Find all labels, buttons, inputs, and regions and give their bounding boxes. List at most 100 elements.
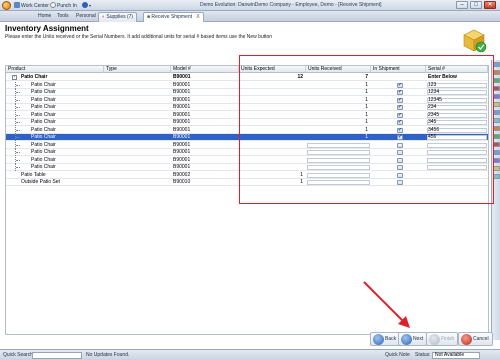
cell-product: Patio Table (21, 171, 46, 178)
side-panel-button[interactable] (493, 62, 500, 67)
side-panel-button[interactable] (493, 158, 500, 163)
next-button[interactable]: Next (398, 332, 428, 346)
back-button[interactable]: Back (370, 332, 401, 346)
menu-personal[interactable]: Personal (76, 13, 96, 20)
maximize-button[interactable]: □ (470, 1, 482, 9)
quick-search-input[interactable] (32, 352, 82, 359)
side-panel-button[interactable] (493, 142, 500, 147)
app-menu-orb-icon[interactable] (2, 1, 11, 10)
cell-type (104, 112, 171, 119)
cell-product: Outside Patio Set (21, 179, 60, 185)
cell-product: Patio Chair (31, 111, 56, 118)
tab-close-icon[interactable]: X (196, 14, 199, 20)
cell-serial[interactable]: 123 (426, 82, 488, 89)
cell-model: B90001 (173, 134, 191, 140)
punch-in-button[interactable]: Punch In (50, 2, 77, 9)
help-dropdown-icon: ▾ (89, 3, 92, 8)
menu-tools[interactable]: Tools (57, 13, 69, 20)
cell-product: Patio Chair (31, 96, 56, 103)
cell-model: B90002 (173, 171, 191, 178)
cell-product: Patio Chair (31, 126, 56, 133)
cell-model: B90001 (173, 104, 191, 110)
inventory-box-icon (463, 29, 487, 53)
cell-serial[interactable]: 12345 (426, 97, 488, 104)
cell-type (104, 127, 171, 134)
cell-serial[interactable]: 234 (426, 104, 488, 111)
side-panel-button[interactable] (493, 110, 500, 115)
cell-model: B90001 (173, 81, 191, 88)
cell-product: Patio Chair (31, 104, 56, 110)
side-panel-button[interactable] (493, 118, 500, 123)
cell-product: Patio Chair (31, 156, 56, 163)
cell-serial[interactable]: 2345 (426, 112, 488, 119)
arrow-annotation-icon (363, 281, 410, 328)
cell-serial[interactable]: 3456 (426, 127, 488, 134)
cell-product: Patio Chair (21, 74, 48, 80)
tree-branch (16, 114, 20, 116)
cancel-button[interactable]: Cancel (458, 332, 493, 346)
cell-serial[interactable] (426, 164, 488, 171)
side-panel-button[interactable] (493, 86, 500, 91)
minimize-button[interactable]: – (456, 1, 468, 9)
cell-product: Patio Chair (31, 141, 56, 148)
side-panel-button[interactable] (493, 94, 500, 99)
cell-type (104, 74, 171, 81)
help-icon (82, 2, 88, 8)
side-panel-button[interactable] (493, 134, 500, 139)
side-panel-button[interactable] (493, 70, 500, 75)
cell-type (104, 97, 171, 104)
side-panel-button[interactable] (493, 150, 500, 155)
cell-type (104, 149, 171, 156)
column-header-model[interactable]: Model # (171, 66, 239, 73)
cell-model: B90001 (173, 89, 191, 95)
tree-branch (16, 159, 20, 161)
side-panel-button[interactable] (493, 126, 500, 131)
help-button[interactable]: ▾ (82, 2, 91, 9)
cell-model: B90001 (173, 96, 191, 103)
cell-type (104, 164, 171, 171)
cell-product: Patio Chair (31, 164, 56, 170)
side-panel-button[interactable] (493, 166, 500, 171)
cell-serial[interactable] (426, 149, 488, 156)
cell-serial[interactable] (426, 142, 488, 149)
cell-serial (426, 172, 488, 179)
cell-product: Patio Chair (31, 119, 56, 125)
cell-model: B90001 (173, 126, 191, 133)
quick-note-button[interactable]: Quick Note (385, 352, 410, 359)
column-header-product[interactable]: Product (6, 66, 104, 73)
tree-branch (16, 152, 20, 153)
cell-product: Patio Chair (31, 81, 56, 88)
receive-shipment-icon: ■ (147, 14, 151, 20)
menu-home[interactable]: Home (38, 13, 51, 20)
cell-serial: Enter Below (428, 74, 457, 80)
cell-type (104, 89, 171, 96)
work-center-button[interactable]: Work Center (14, 2, 49, 9)
tree-branch (16, 92, 20, 93)
cell-serial[interactable]: 345 (426, 119, 488, 126)
cell-serial[interactable]: 1234 (426, 89, 488, 96)
tab-receive-shipment[interactable]: ■ Receive Shipment X (143, 12, 204, 22)
side-panel-button[interactable] (493, 78, 500, 83)
cell-serial[interactable] (426, 157, 488, 164)
cell-model: B90001 (173, 164, 191, 170)
finish-button[interactable]: Finish (426, 332, 459, 346)
side-panel-button[interactable] (493, 102, 500, 107)
tab-supplies[interactable]: ◐ Supplies (7) (98, 12, 138, 22)
close-window-button[interactable]: ✕ (484, 1, 496, 9)
cell-product: Patio Chair (31, 149, 56, 155)
side-panel-button[interactable] (493, 174, 500, 179)
column-header-type[interactable]: Type (104, 66, 171, 73)
cell-model: B90010 (173, 179, 191, 185)
cell-model: B90001 (173, 141, 191, 148)
cell-type (104, 179, 171, 186)
menu-bar: Home Tools Personal ◐ Supplies (7) ■ Rec… (0, 11, 500, 22)
row-indicator: I (7, 134, 9, 140)
cell-serial (426, 179, 488, 186)
cell-serial[interactable]: 456 (426, 134, 488, 141)
tree-branch (16, 144, 20, 146)
cell-type (104, 104, 171, 111)
work-center-icon (14, 2, 20, 8)
collapse-toggle-icon[interactable]: - (12, 75, 17, 80)
quick-search-label: Quick Search (3, 352, 34, 358)
status-select[interactable]: Not Available (432, 352, 480, 359)
